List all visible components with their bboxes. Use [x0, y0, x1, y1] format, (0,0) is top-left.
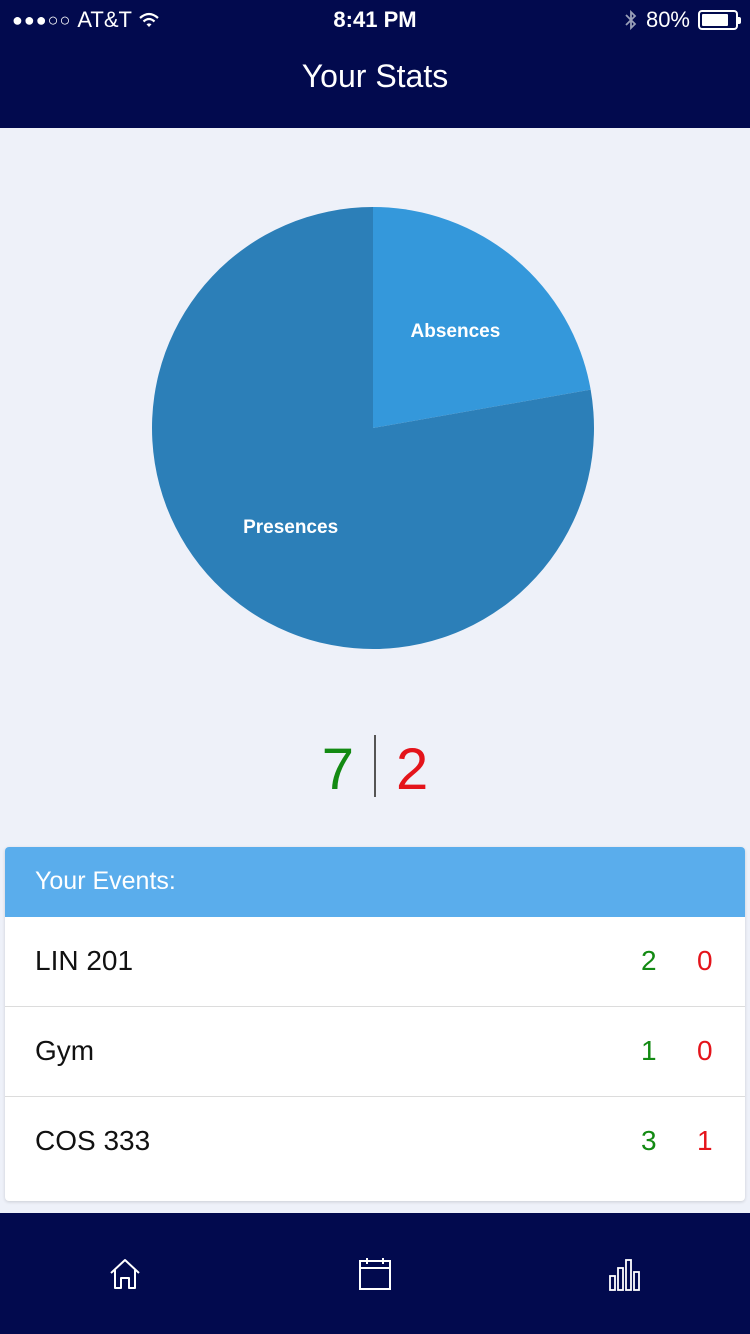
event-name: Gym: [35, 1035, 95, 1066]
battery-icon: [698, 10, 741, 30]
tab-home[interactable]: [0, 1213, 250, 1334]
status-right: 80%: [624, 7, 741, 33]
events-header: Your Events:: [5, 847, 745, 917]
tab-calendar[interactable]: [250, 1213, 500, 1334]
battery-fill: [702, 14, 728, 26]
event-name: LIN 201: [35, 945, 134, 976]
status-bar: ●●●○○ AT&T 8:41 PM 80%: [0, 0, 750, 40]
navigation-bar: Your Stats: [0, 40, 750, 128]
battery-percent: 80%: [645, 7, 690, 32]
summary-divider: [374, 735, 376, 797]
event-name: COS 333: [35, 1125, 151, 1156]
pie-slice-absences: [373, 207, 591, 428]
event-absences: 1: [697, 1125, 713, 1156]
event-presences: 2: [641, 945, 657, 976]
attendance-pie-chart: Absences Presences: [150, 205, 596, 651]
event-row[interactable]: COS 333 3 1: [5, 1097, 745, 1187]
event-absences: 0: [697, 945, 713, 976]
stats-icon: [609, 1258, 640, 1291]
pie-label-presences: Presences: [243, 517, 338, 538]
event-row[interactable]: LIN 201 2 0: [5, 917, 745, 1007]
tab-bar: [0, 1213, 750, 1334]
bluetooth-icon: [625, 9, 637, 31]
total-absences: 2: [396, 737, 429, 802]
pie-label-absences: Absences: [411, 321, 501, 342]
total-presences: 7: [321, 737, 354, 802]
home-icon: [110, 1258, 140, 1289]
calendar-icon: [359, 1257, 391, 1290]
page-title: Your Stats: [301, 58, 449, 94]
event-presences: 1: [641, 1035, 657, 1066]
attendance-summary: 72: [0, 735, 750, 803]
tab-stats[interactable]: [500, 1213, 750, 1334]
event-presences: 3: [641, 1125, 657, 1156]
events-card: Your Events: LIN 201 2 0 Gym 1 0 COS 333…: [5, 847, 745, 1201]
event-row[interactable]: Gym 1 0: [5, 1007, 745, 1097]
pie-chart-svg: Absences Presences: [152, 207, 594, 649]
event-absences: 0: [697, 1035, 713, 1066]
